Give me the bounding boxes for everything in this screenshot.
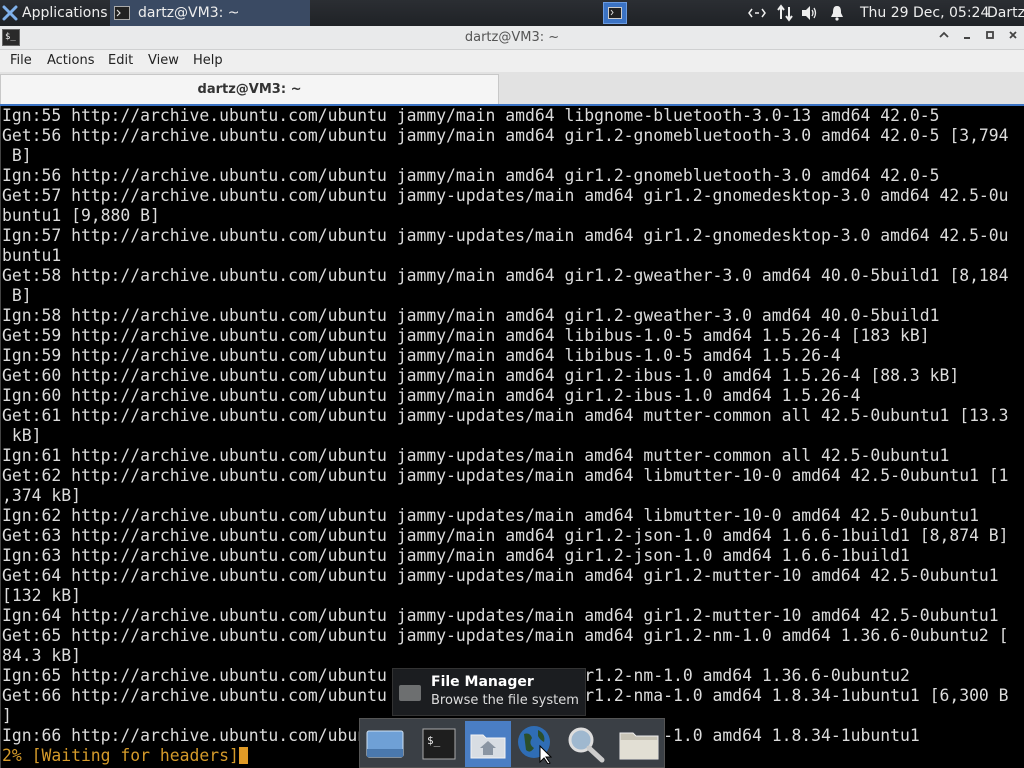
- terminal-line: Ign:55 http://archive.ubuntu.com/ubuntu …: [2, 106, 940, 125]
- tab-terminal[interactable]: dartz@VM3: ~: [0, 74, 499, 104]
- terminal-lines: Ign:55 http://archive.ubuntu.com/ubuntu …: [1, 106, 1024, 746]
- taskbar-terminal-button[interactable]: dartz@VM3: ~: [110, 0, 310, 26]
- shade-button[interactable]: [934, 28, 954, 48]
- drive-icon: [399, 685, 421, 701]
- dock-folder[interactable]: [616, 721, 662, 767]
- terminal-line: Get:65 http://archive.ubuntu.com/ubuntu …: [2, 626, 1009, 645]
- terminal-line: Ign:63 http://archive.ubuntu.com/ubuntu …: [2, 546, 910, 565]
- terminal-line: Ign:61 http://archive.ubuntu.com/ubuntu …: [2, 446, 950, 465]
- terminal-line: Ign:60 http://archive.ubuntu.com/ubuntu …: [2, 386, 861, 405]
- tab-bar: dartz@VM3: ~: [0, 72, 1024, 104]
- volume-icon: [802, 6, 817, 20]
- notifications-tray-icon[interactable]: [829, 0, 845, 26]
- workspace-1[interactable]: [603, 2, 627, 24]
- search-icon: [568, 727, 605, 763]
- top-panel: Applications dartz@VM3: ~ Thu 29 Dec, 05…: [0, 0, 1024, 26]
- updown-arrows-icon: [777, 4, 793, 22]
- show-desktop-icon: [366, 730, 404, 758]
- terminal-line: Get:62 http://archive.ubuntu.com/ubuntu …: [2, 466, 1009, 485]
- menu-actions[interactable]: Actions: [47, 50, 95, 72]
- terminal-icon: [608, 7, 622, 19]
- terminal-icon: [114, 6, 130, 20]
- tooltip-title: File Manager: [431, 674, 534, 690]
- transfer-tray-icon[interactable]: [776, 0, 794, 26]
- menu-edit[interactable]: Edit: [108, 50, 133, 72]
- terminal-line: Get:59 http://archive.ubuntu.com/ubuntu …: [2, 326, 930, 345]
- terminal-line: buntu1: [2, 246, 62, 265]
- terminal-icon: $_: [422, 728, 456, 760]
- dock-web-browser[interactable]: [513, 721, 559, 767]
- terminal-line: Ign:62 http://archive.ubuntu.com/ubuntu …: [2, 506, 979, 525]
- terminal-line: Get:64 http://archive.ubuntu.com/ubuntu …: [2, 566, 999, 585]
- folder-icon: [619, 732, 659, 760]
- maximize-button[interactable]: [980, 28, 1000, 48]
- dock-search[interactable]: [563, 721, 609, 767]
- web-browser-icon: [518, 726, 553, 764]
- applications-menu-button[interactable]: Applications: [0, 0, 108, 26]
- file-manager-tooltip: File Manager Browse the file system: [392, 668, 586, 716]
- terminal-line: ,374 kB]: [2, 486, 81, 505]
- network-tray-icon[interactable]: [748, 0, 766, 26]
- network-icon: [748, 8, 766, 18]
- dock-show-desktop[interactable]: [362, 721, 408, 767]
- terminal-line: B]: [2, 286, 32, 305]
- terminal-line: Get:60 http://archive.ubuntu.com/ubuntu …: [2, 366, 960, 385]
- terminal-line: Get:58 http://archive.ubuntu.com/ubuntu …: [2, 266, 1009, 285]
- terminal-line: Get:56 http://archive.ubuntu.com/ubuntu …: [2, 126, 1009, 145]
- svg-text:$_: $_: [427, 734, 441, 747]
- dock-terminal[interactable]: $_: [416, 721, 462, 767]
- close-button[interactable]: [1003, 28, 1023, 48]
- taskbar-terminal-label: dartz@VM3: ~: [138, 5, 240, 21]
- terminal-line: Get:61 http://archive.ubuntu.com/ubuntu …: [2, 406, 1009, 425]
- minimize-button[interactable]: [957, 28, 977, 48]
- terminal-line: Get:63 http://archive.ubuntu.com/ubuntu …: [2, 526, 1009, 545]
- dock-file-manager[interactable]: [465, 721, 511, 767]
- window-title: dartz@VM3: ~: [464, 30, 560, 45]
- clock[interactable]: Thu 29 Dec, 05:24: [860, 0, 989, 26]
- workspace-switcher[interactable]: [600, 0, 630, 26]
- terminal-line: Ign:59 http://archive.ubuntu.com/ubuntu …: [2, 346, 841, 365]
- terminal-line: Ign:56 http://archive.ubuntu.com/ubuntu …: [2, 166, 940, 185]
- maximize-icon: [986, 31, 994, 39]
- menu-file[interactable]: File: [10, 50, 32, 72]
- terminal-line: 84.3 kB]: [2, 646, 81, 665]
- user-menu[interactable]: Dartz: [987, 0, 1024, 26]
- chevron-up-icon: [939, 31, 949, 38]
- window-titlebar[interactable]: $_ dartz@VM3: ~: [0, 26, 1024, 50]
- terminal-line: buntu1 [9,880 B]: [2, 206, 160, 225]
- status-text: 2% [Waiting for headers]: [2, 746, 239, 765]
- terminal-cursor: [238, 747, 248, 764]
- dock: $_: [359, 718, 665, 768]
- minimize-icon: [964, 37, 970, 39]
- terminal-line: Ign:57 http://archive.ubuntu.com/ubuntu …: [2, 226, 1009, 245]
- terminal-line: Ign:64 http://archive.ubuntu.com/ubuntu …: [2, 606, 999, 625]
- tooltip-description: Browse the file system: [431, 693, 579, 708]
- home-folder-icon: [470, 734, 506, 759]
- menubar: File Actions Edit View Help: [0, 50, 1024, 72]
- terminal-line: kB]: [2, 426, 42, 445]
- close-icon: [1009, 31, 1017, 39]
- bell-icon: [831, 6, 843, 21]
- volume-tray-icon[interactable]: [801, 0, 819, 26]
- xfce-logo-icon: [2, 5, 18, 21]
- menu-view[interactable]: View: [148, 50, 179, 72]
- menu-help[interactable]: Help: [193, 50, 223, 72]
- applications-label: Applications: [22, 5, 108, 21]
- terminal-line: B]: [2, 146, 32, 165]
- terminal-line: Get:57 http://archive.ubuntu.com/ubuntu …: [2, 186, 1009, 205]
- terminal-line: Ign:58 http://archive.ubuntu.com/ubuntu …: [2, 306, 940, 325]
- terminal-line: [132 kB]: [2, 586, 81, 605]
